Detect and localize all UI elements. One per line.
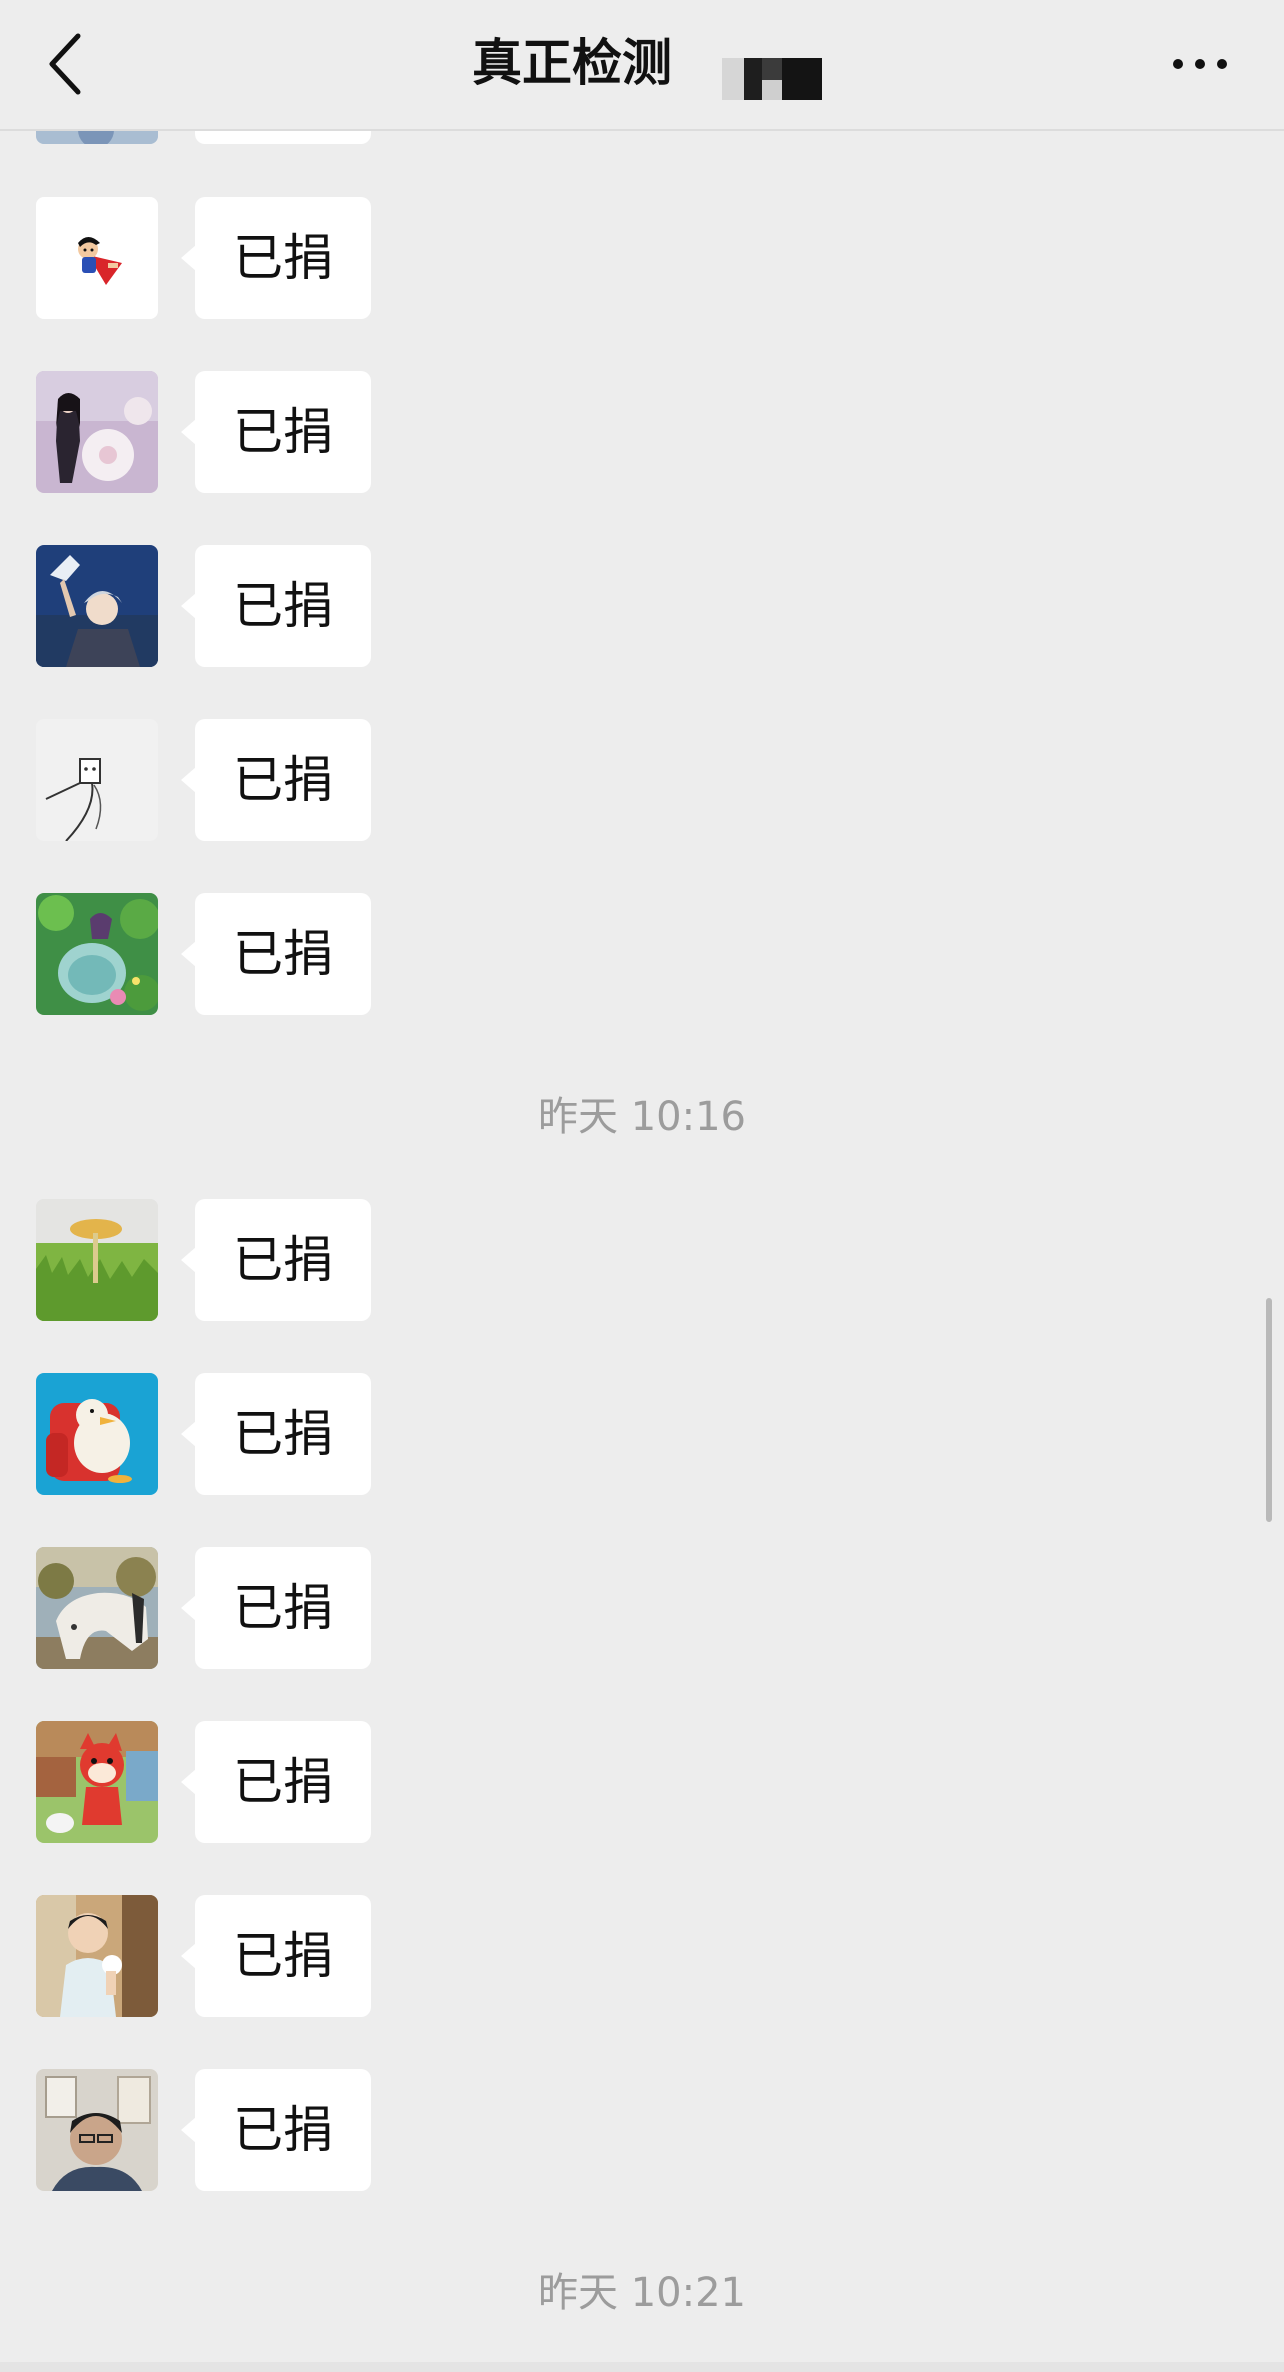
avatar[interactable] [36, 545, 158, 667]
cartoon-red-fox-avatar [36, 1721, 158, 1843]
chat-screen: 已捐 已捐 已捐 已捐 已捐 昨天 10:16 已捐 已捐 已捐 已捐 已捐 已… [0, 0, 1284, 2372]
message-row: 已捐 [0, 371, 1284, 495]
anime-boy-with-bird-avatar [36, 545, 158, 667]
back-button[interactable] [38, 30, 94, 98]
message-text: 已捐 [233, 751, 333, 809]
message-row: 已捐 [0, 2069, 1284, 2193]
input-area-edge [0, 2362, 1284, 2372]
message-timestamp: 昨天 10:16 [538, 1094, 746, 1140]
message-bubble[interactable]: 已捐 [181, 893, 371, 1015]
message-row: 已捐 [0, 1547, 1284, 1671]
avatar[interactable] [36, 893, 158, 1015]
avatar[interactable] [36, 1199, 158, 1321]
line-sketch-avatar [36, 719, 158, 841]
duck-on-red-sofa-avatar [36, 1373, 158, 1495]
message-text: 已捐 [233, 1927, 333, 1985]
mushroom-on-grass-avatar [36, 1199, 158, 1321]
message-text: 已捐 [233, 925, 333, 983]
redacted-mosaic [722, 58, 822, 100]
girl-with-flowers-avatar [36, 371, 158, 493]
avatar[interactable] [36, 1721, 158, 1843]
message-bubble[interactable]: 已捐 [181, 197, 371, 319]
message-text: 已捐 [233, 1753, 333, 1811]
avatar[interactable] [36, 197, 158, 319]
message-bubble[interactable]: 已捐 [181, 1547, 371, 1669]
message-row: 已捐 [0, 1895, 1284, 2019]
message-text: 已捐 [233, 229, 333, 287]
avatar[interactable] [36, 1547, 158, 1669]
avatar[interactable] [36, 1895, 158, 2017]
navigation-bar: 真正检测 [0, 0, 1284, 131]
message-row: 已捐 [0, 1721, 1284, 1845]
scrollbar-thumb[interactable] [1266, 1298, 1272, 1522]
chevron-left-icon [49, 33, 81, 95]
avatar[interactable] [36, 719, 158, 841]
avatar[interactable] [36, 1373, 158, 1495]
message-bubble[interactable]: 已捐 [181, 371, 371, 493]
message-timestamp: 昨天 10:21 [538, 2270, 746, 2316]
message-row: 已捐 [0, 719, 1284, 843]
message-bubble[interactable]: 已捐 [181, 1721, 371, 1843]
message-row: 已捐 [0, 1373, 1284, 1497]
message-text: 已捐 [233, 577, 333, 635]
message-row: 已捐 [0, 893, 1284, 1017]
white-horse-avatar [36, 1547, 158, 1669]
message-row: 已捐 [0, 197, 1284, 321]
man-portrait-avatar [36, 2069, 158, 2191]
message-bubble[interactable]: 已捐 [181, 719, 371, 841]
message-text: 已捐 [233, 403, 333, 461]
mermaid-illustration-avatar [36, 893, 158, 1015]
message-text: 已捐 [233, 1405, 333, 1463]
message-text: 已捐 [233, 1579, 333, 1637]
message-row: 已捐 [0, 1199, 1284, 1323]
message-text: 已捐 [233, 2101, 333, 2159]
message-bubble[interactable]: 已捐 [181, 2069, 371, 2191]
more-options-button[interactable] [1168, 44, 1232, 84]
message-row: 已捐 [0, 545, 1284, 669]
message-bubble[interactable]: 已捐 [181, 1199, 371, 1321]
avatar[interactable] [36, 2069, 158, 2191]
avatar[interactable] [36, 371, 158, 493]
message-bubble[interactable]: 已捐 [181, 1373, 371, 1495]
message-bubble[interactable]: 已捐 [181, 545, 371, 667]
message-list[interactable]: 已捐 已捐 已捐 已捐 已捐 昨天 10:16 已捐 已捐 已捐 已捐 已捐 已… [0, 0, 1284, 2372]
ellipsis-icon [1173, 59, 1227, 69]
toddler-photo-avatar [36, 1895, 158, 2017]
superhero-cartoon-avatar [36, 197, 158, 319]
chat-title: 真正检测 [472, 34, 672, 92]
message-text: 已捐 [233, 1231, 333, 1289]
message-bubble[interactable]: 已捐 [181, 1895, 371, 2017]
